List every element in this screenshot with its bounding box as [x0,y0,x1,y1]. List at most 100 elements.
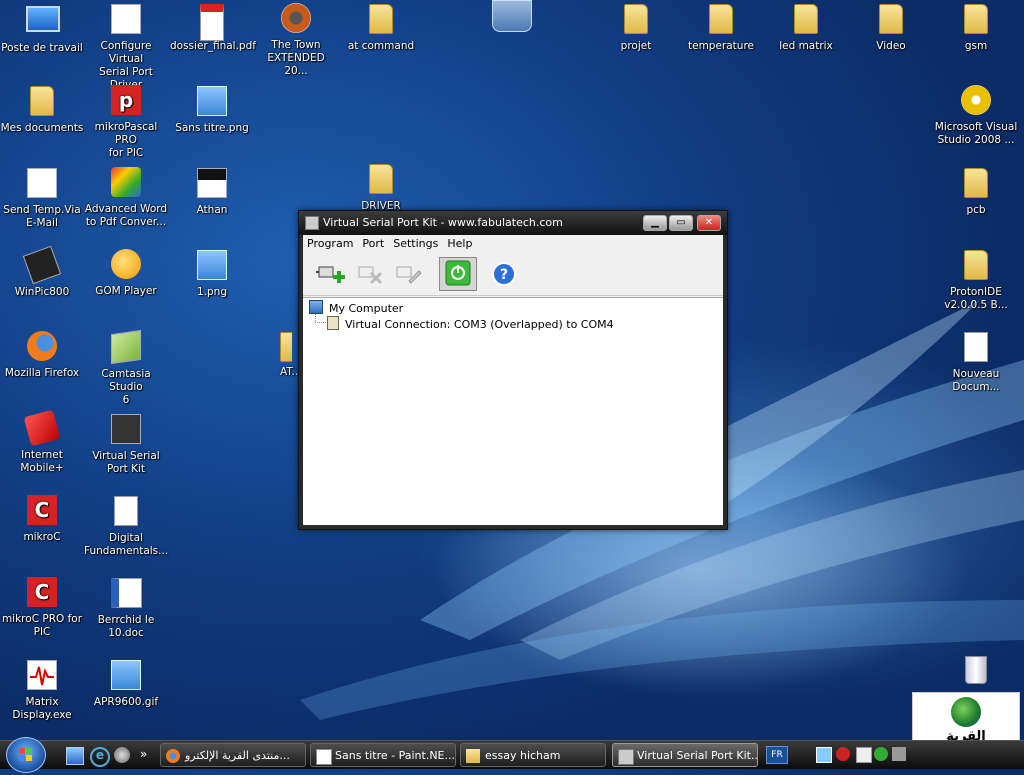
desktop-icon-winpic800[interactable]: WinPic800 [0,245,84,299]
tree-node-virtual-connection[interactable]: Virtual Connection: COM3 (Overlapped) to… [327,316,614,331]
folder-icon [879,4,903,34]
desktop-icon-gsm[interactable]: gsm [934,2,1018,53]
serial-port-kit-icon [111,414,141,444]
desktop-icon-nouveau-document[interactable]: Nouveau Docum... [934,330,1018,394]
minimize-button[interactable]: ▁ [643,215,667,231]
desktop-icon-virtual-serial-port-kit[interactable]: Virtual Serial Port Kit [84,412,168,476]
desktop-icon-mozilla-firefox[interactable]: Mozilla Firefox [0,330,84,380]
internet-mobile-icon [23,409,61,447]
show-desktop-icon[interactable] [66,747,84,765]
window-title: Virtual Serial Port Kit - www.fabulatech… [323,216,563,229]
desktop-icon-poste-de-travail[interactable]: Poste de travail [0,2,84,55]
edit-connection-button[interactable] [391,259,423,289]
sidebar-gadget-handle[interactable] [492,0,532,32]
menu-port[interactable]: Port [358,235,389,250]
desktop-icon-at-command[interactable]: at command [339,2,423,53]
folder-icon [466,749,480,763]
desktop-icon-athan[interactable]: Athan [170,166,254,217]
tree-node-my-computer[interactable]: My Computer [309,300,403,315]
desktop-icon-configure-vspd[interactable]: Configure Virtual Serial Port Driver [84,2,168,92]
remove-connection-button[interactable] [353,259,385,289]
folder-icon [624,4,648,34]
menu-help[interactable]: Help [443,235,477,250]
app-icon [305,216,319,230]
device-icon[interactable] [856,747,872,763]
add-connection-button[interactable] [315,259,347,289]
menu-program[interactable]: Program [303,235,358,250]
maximize-button[interactable]: ▭ [669,215,693,231]
window-client: Program Port Settings Help ? My Computer… [303,235,723,525]
realmedia-icon [281,3,311,33]
volume-icon[interactable] [892,747,906,761]
folder-icon [964,4,988,34]
desktop-icon-driver[interactable]: DRIVER [339,162,423,213]
menu-settings[interactable]: Settings [389,235,443,250]
desktop-icon-projet[interactable]: projet [594,2,678,53]
folder-icon [964,168,988,198]
app-window-icon [27,168,57,198]
security-icon[interactable] [836,747,850,761]
desktop-icon-visual-studio[interactable]: Microsoft Visual Studio 2008 ... [934,84,1018,147]
chevron-right-icon[interactable]: » [140,747,156,763]
vspk-window[interactable]: Virtual Serial Port Kit - www.fabulatech… [298,210,728,530]
desktop-icon-the-town[interactable]: The Town EXTENDED 20... [254,2,338,78]
waveform-icon [27,660,57,690]
desktop-icon-gom-player[interactable]: GOM Player [84,248,168,298]
computer-icon [309,300,323,314]
desktop-icon-advanced-word-to-pdf[interactable]: Advanced Word to Pdf Conver... [84,166,168,229]
desktop-icon-mikropascal[interactable]: p mikroPascal PRO for PIC [84,84,168,160]
desktop-icon-protonide[interactable]: ProtonIDE v2.0.0.5 B... [934,248,1018,312]
image-file-icon [197,86,227,116]
desktop-icon-1-png[interactable]: 1.png [170,248,254,299]
taskbar-item-essay-hicham[interactable]: essay hicham [460,743,606,767]
taskbar-item-vspk[interactable]: Virtual Serial Port Kit... [612,743,758,767]
update-icon[interactable] [874,747,888,761]
desktop-icon-matrix-display[interactable]: Matrix Display.exe [0,658,84,722]
word-document-icon [110,578,142,608]
folder-icon [964,250,988,280]
desktop-icon-apr9600-gif[interactable]: APR9600.gif [84,658,168,709]
desktop-icon-temperature[interactable]: temperature [679,2,763,53]
help-icon: ? [492,262,516,286]
folder-icon [280,332,292,362]
power-icon [445,260,471,286]
desktop-icon-mikroc-pro[interactable]: C mikroC PRO for PIC [0,576,84,639]
image-file-icon [111,660,141,690]
desktop-icon-mikroc[interactable]: C mikroC [0,494,84,544]
help-button[interactable]: ? [489,259,521,289]
cd-icon [961,85,991,115]
desktop-icon-sans-titre-png[interactable]: Sans titre.png [170,84,254,135]
athan-icon [197,168,227,198]
close-button[interactable]: ✕ [697,215,721,231]
edit-connection-icon [396,266,422,284]
desktop-icon-internet-mobile[interactable]: Internet Mobile+ [0,409,84,475]
image-file-icon [197,250,227,280]
chip-icon [22,245,62,285]
desktop-icon-berrchid-doc[interactable]: Berrchid le 10.doc [84,576,168,640]
internet-explorer-icon[interactable]: e [90,747,110,767]
desktop-icon-recycle-bin[interactable] [934,652,1018,692]
serial-port-kit-icon [618,749,634,765]
desktop-icon-pcb[interactable]: pcb [934,166,1018,217]
desktop-icon-led-matrix[interactable]: led matrix [764,2,848,53]
folder-icon [709,4,733,34]
taskbar-item-paint[interactable]: Sans titre - Paint.NE... [310,743,456,767]
folder-icon [794,4,818,34]
connection-tree[interactable]: My Computer Virtual Connection: COM3 (Ov… [303,297,723,525]
recycle-bin-icon [965,656,987,684]
folder-icon [369,4,393,34]
desktop-icon-video[interactable]: Video [849,2,933,53]
add-connection-icon [316,266,345,283]
desktop-icon-digital-fundamentals[interactable]: Digital Fundamentals... [84,494,168,558]
taskbar-item-forum[interactable]: منتدى القرية الإلكترو... [160,743,306,767]
desktop-icon-dossier-final-pdf[interactable]: dossier_final.pdf [170,2,256,53]
desktop-icon-mes-documents[interactable]: Mes documents [0,84,84,135]
desktop-icon-send-temp[interactable]: Send Temp.Via E-Mail [0,166,84,230]
power-button[interactable] [439,257,477,291]
firefox-icon [166,749,180,763]
window-titlebar[interactable]: Virtual Serial Port Kit - www.fabulatech… [299,211,727,235]
language-indicator[interactable]: FR [766,746,788,764]
desktop-icon-camtasia[interactable]: Camtasia Studio 6 [84,329,168,407]
switch-windows-icon[interactable] [114,747,130,763]
network-icon[interactable] [816,747,832,763]
